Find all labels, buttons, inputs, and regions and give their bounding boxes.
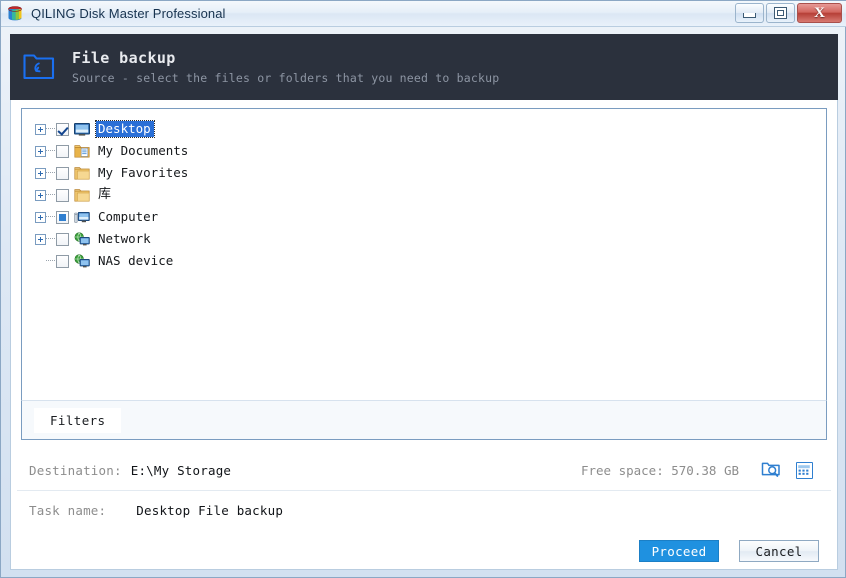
source-tree-panel[interactable]: Desktop My Documents My Favorites 库 Comp… xyxy=(21,108,827,400)
tree-checkbox[interactable] xyxy=(56,188,69,202)
page-header: File backup Source - select the files or… xyxy=(10,34,838,100)
tree-item-nas-device[interactable]: NAS device xyxy=(32,250,826,272)
tree-item-label: Network xyxy=(98,231,151,246)
tree-connector xyxy=(46,238,55,240)
documents-icon xyxy=(74,144,90,159)
tree-connector xyxy=(46,216,55,218)
window-title: QILING Disk Master Professional xyxy=(31,6,226,21)
expand-icon[interactable] xyxy=(35,123,46,135)
tree-connector xyxy=(46,194,55,196)
folder-search-icon[interactable] xyxy=(761,461,781,479)
free-space-text: Free space: 570.38 GB xyxy=(580,462,739,478)
task-name-label: Task name: xyxy=(29,503,107,518)
proceed-button[interactable]: Proceed xyxy=(639,540,719,562)
tree-checkbox[interactable] xyxy=(56,144,69,158)
tree-item-computer[interactable]: Computer xyxy=(32,206,826,228)
computer-icon xyxy=(74,210,90,225)
tree-checkbox[interactable] xyxy=(56,166,69,180)
folder-icon xyxy=(74,166,90,181)
tree-connector xyxy=(46,260,55,262)
tree-checkbox[interactable] xyxy=(56,210,69,224)
tree-connector xyxy=(46,150,55,152)
tree-checkbox[interactable] xyxy=(56,254,69,268)
tree-item-desktop[interactable]: Desktop xyxy=(32,118,826,140)
tree-item-label: NAS device xyxy=(98,253,174,268)
minimize-button[interactable] xyxy=(735,3,764,23)
header-text-block: File backup Source - select the files or… xyxy=(72,49,499,85)
expand-icon[interactable] xyxy=(35,167,46,179)
application-window: QILING Disk Master Professional X File b… xyxy=(0,0,846,578)
tree-item-my-favorites[interactable]: My Favorites xyxy=(32,162,826,184)
page-subtitle: Source - select the files or folders tha… xyxy=(72,71,500,85)
destination-value[interactable]: E:\My Storage xyxy=(131,463,231,478)
nas-device-icon xyxy=(74,253,90,269)
destination-row: Destination: E:\My Storage Free space: 5… xyxy=(17,450,831,491)
tree-item-label: Computer xyxy=(98,209,159,224)
tree-connector xyxy=(46,172,55,174)
window-controls: X xyxy=(735,3,842,23)
folder-backup-icon xyxy=(22,52,56,82)
desktop-icon xyxy=(74,122,90,137)
task-name-row: Task name: Desktop File backup xyxy=(17,491,831,531)
tree-checkbox[interactable] xyxy=(56,122,69,136)
tree-item-library[interactable]: 库 xyxy=(32,184,826,206)
close-button[interactable]: X xyxy=(797,3,842,23)
tree-item-my-documents[interactable]: My Documents xyxy=(32,140,826,162)
expand-icon[interactable] xyxy=(35,211,46,223)
tree-item-label: 库 xyxy=(98,187,112,202)
source-tree-list: Desktop My Documents My Favorites 库 Comp… xyxy=(22,109,826,272)
close-icon: X xyxy=(814,4,825,21)
tree-item-network[interactable]: Network xyxy=(32,228,826,250)
maximize-icon xyxy=(774,7,787,19)
folder-icon xyxy=(74,188,90,203)
grid-calculator-icon[interactable] xyxy=(796,461,813,479)
filters-tab[interactable]: Filters xyxy=(34,407,122,433)
tree-item-label: Desktop xyxy=(95,120,155,138)
footer-bar: Proceed Cancel xyxy=(10,530,838,570)
tree-item-label: My Documents xyxy=(98,143,189,158)
tree-item-label: My Favorites xyxy=(98,165,189,180)
page-title: File backup xyxy=(72,49,176,67)
destination-label: Destination: xyxy=(29,462,122,478)
tree-checkbox[interactable] xyxy=(56,232,69,246)
title-bar: QILING Disk Master Professional X xyxy=(1,1,846,27)
expand-icon[interactable] xyxy=(35,233,46,245)
expand-icon[interactable] xyxy=(35,145,46,157)
filters-bar: Filters xyxy=(21,400,827,440)
main-content: Desktop My Documents My Favorites 库 Comp… xyxy=(10,100,838,559)
network-icon xyxy=(74,231,90,247)
cancel-button[interactable]: Cancel xyxy=(739,540,819,562)
expand-icon[interactable] xyxy=(35,189,46,201)
task-name-value[interactable]: Desktop File backup xyxy=(136,503,283,518)
tree-connector xyxy=(46,128,55,130)
disk-cylinder-icon xyxy=(6,5,24,23)
maximize-button[interactable] xyxy=(766,3,795,23)
minimize-icon xyxy=(743,13,756,18)
